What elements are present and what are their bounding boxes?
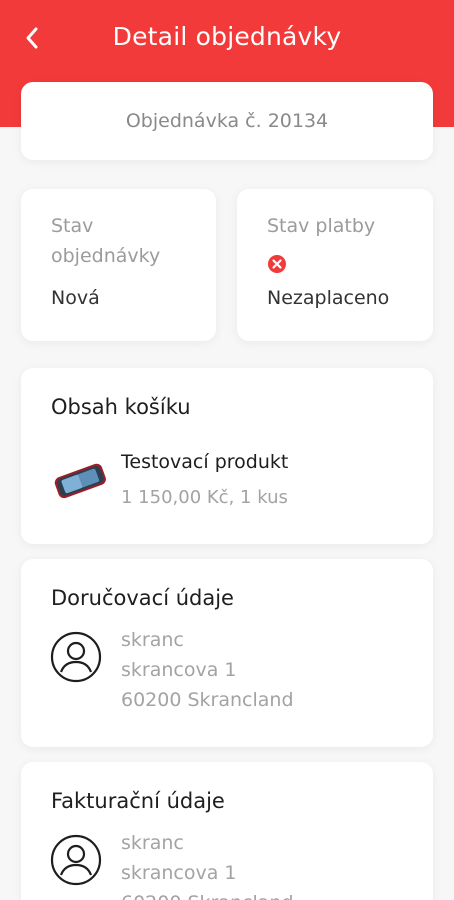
order-number-card: Objednávka č. 20134 xyxy=(21,82,433,160)
phone-image xyxy=(54,463,106,499)
billing-card: Fakturační údaje skranc skrancova 1 6020… xyxy=(21,762,433,900)
payment-status-card: Stav platby Nezaplaceno xyxy=(237,189,433,341)
person-icon xyxy=(50,631,102,683)
delivery-line-3: 60200 Skrancland xyxy=(121,689,294,711)
cart-card: Obsah košíku Testovací produkt 1 150,00 … xyxy=(21,368,433,544)
order-status-label-line1: Stav xyxy=(51,215,94,237)
page-title: Detail objednávky xyxy=(112,22,342,51)
billing-line-1: skranc xyxy=(121,832,184,854)
order-status-label-line2: objednávky xyxy=(51,245,161,267)
billing-title: Fakturační údaje xyxy=(51,789,225,813)
delivery-line-2: skrancova 1 xyxy=(121,659,237,681)
product-meta: 1 150,00 Kč, 1 kus xyxy=(121,487,288,508)
order-detail-screen: Detail objednávky Objednávka č. 20134 St… xyxy=(0,0,454,900)
delivery-line-1: skranc xyxy=(121,629,184,651)
cart-title: Obsah košíku xyxy=(51,395,191,419)
billing-line-3: 60200 Skrancland xyxy=(121,888,294,900)
billing-line-2: skrancova 1 xyxy=(121,862,237,884)
error-circle-icon xyxy=(268,255,286,273)
order-status-card: Stav objednávky Nová xyxy=(21,189,216,341)
product-name: Testovací produkt xyxy=(121,451,289,473)
delivery-title: Doručovací údaje xyxy=(51,586,234,610)
delivery-card: Doručovací údaje skranc skrancova 1 6020… xyxy=(21,559,433,747)
order-number: Objednávka č. 20134 xyxy=(125,110,329,132)
person-icon xyxy=(50,834,102,886)
payment-status-value: Nezaplaceno xyxy=(267,287,390,309)
order-status-value: Nová xyxy=(51,287,100,309)
payment-status-label: Stav platby xyxy=(267,215,376,237)
